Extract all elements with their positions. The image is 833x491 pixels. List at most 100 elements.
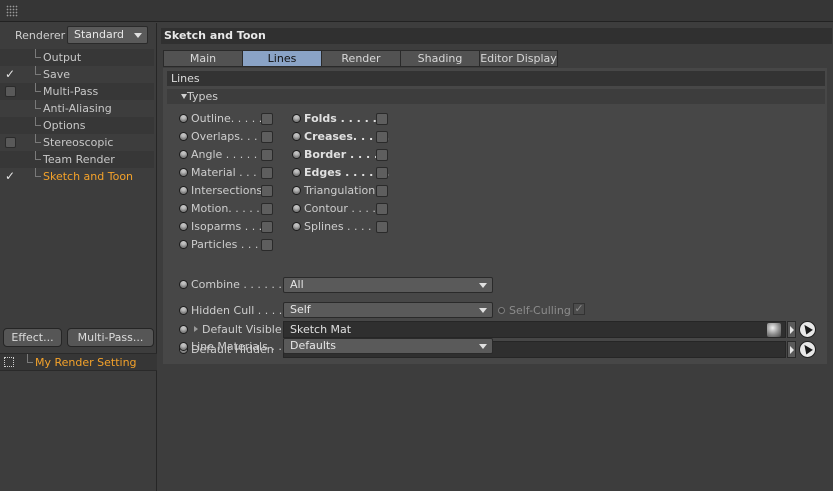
tab-main[interactable]: Main	[163, 50, 243, 67]
settings-list: Output ✓ Save Multi-Pass Anti-Aliasing Option…	[0, 49, 154, 185]
default-visible-link-arrow[interactable]	[787, 321, 796, 338]
edges-checkbox[interactable]	[376, 167, 388, 179]
chevron-down-icon	[479, 344, 487, 349]
chevron-down-icon	[134, 33, 142, 38]
render-setting-item[interactable]: My Render Setting	[0, 353, 157, 371]
pointer-icon	[801, 342, 813, 355]
creases-radio[interactable]	[292, 132, 301, 141]
arrow-right-icon	[790, 326, 794, 334]
checkbox[interactable]	[5, 86, 16, 97]
arrow-right-icon	[790, 346, 794, 354]
combine-dropdown[interactable]: All	[283, 277, 493, 293]
triangulation-label: Triangulation	[304, 184, 376, 197]
renderer-select[interactable]: Standard	[67, 26, 148, 44]
overlaps-checkbox[interactable]	[261, 131, 273, 143]
splines-label: Splines . . . . .	[304, 220, 379, 233]
grip-icon[interactable]	[6, 5, 18, 17]
line-materials-dropdown[interactable]: Defaults	[283, 338, 493, 354]
settings-item[interactable]: Team Render	[0, 151, 154, 168]
line-materials-label: Line Materials . .	[191, 340, 282, 353]
contour-radio[interactable]	[292, 204, 301, 213]
default-hidden-pick-button[interactable]	[799, 341, 816, 358]
tab-editor-display[interactable]: Editor Display	[479, 50, 558, 67]
render-setting-icon	[4, 357, 14, 367]
motion-radio[interactable]	[179, 204, 188, 213]
checkmark-icon[interactable]: ✓	[5, 68, 16, 80]
edges-radio[interactable]	[292, 168, 301, 177]
isoparms-checkbox[interactable]	[261, 221, 273, 233]
triangulation-checkbox[interactable]	[376, 185, 388, 197]
renderer-label: Renderer	[15, 29, 66, 42]
group-title: Types	[187, 90, 218, 103]
settings-item[interactable]: Options	[0, 117, 154, 134]
tree-line	[35, 66, 41, 75]
material-checkbox[interactable]	[261, 167, 273, 179]
settings-item-label: Stereoscopic	[43, 136, 114, 149]
self-culling-label: Self-Culling	[509, 304, 571, 317]
angle-radio[interactable]	[179, 150, 188, 159]
hidden-cull-dropdown[interactable]: Self	[283, 302, 493, 318]
settings-item[interactable]: Stereoscopic	[0, 134, 154, 151]
combine-value: All	[290, 278, 304, 291]
material-radio[interactable]	[179, 168, 188, 177]
section-header-lines: Lines	[167, 71, 825, 86]
overlaps-radio[interactable]	[179, 132, 188, 141]
outline-radio[interactable]	[179, 114, 188, 123]
tree-line	[27, 354, 33, 363]
border-checkbox[interactable]	[376, 149, 388, 161]
default-visible-radio[interactable]	[179, 325, 188, 334]
splines-checkbox[interactable]	[376, 221, 388, 233]
contour-checkbox[interactable]	[376, 203, 388, 215]
combine-radio[interactable]	[179, 280, 188, 289]
multi-pass-button[interactable]: Multi-Pass...	[67, 328, 154, 347]
settings-item[interactable]: Multi-Pass	[0, 83, 154, 100]
hidden-cull-radio[interactable]	[179, 306, 188, 315]
motion-label: Motion. . . . . .	[191, 202, 267, 215]
tab-render[interactable]: Render	[321, 50, 401, 67]
triangulation-radio[interactable]	[292, 186, 301, 195]
particles-checkbox[interactable]	[261, 239, 273, 251]
settings-item[interactable]: ✓ Sketch and Toon	[0, 168, 154, 185]
isoparms-radio[interactable]	[179, 222, 188, 231]
chevron-down-icon	[479, 283, 487, 288]
default-visible-pick-button[interactable]	[799, 321, 816, 338]
group-header-types[interactable]: Types	[167, 89, 825, 104]
settings-item-label: Save	[43, 68, 71, 81]
material-icon	[767, 323, 781, 337]
panel-title: Sketch and Toon	[161, 28, 832, 44]
intersections-radio[interactable]	[179, 186, 188, 195]
folds-radio[interactable]	[292, 114, 301, 123]
outline-checkbox[interactable]	[261, 113, 273, 125]
angle-checkbox[interactable]	[261, 149, 273, 161]
line-materials-radio[interactable]	[179, 342, 188, 351]
settings-item[interactable]: ✓ Save	[0, 66, 154, 83]
border-radio[interactable]	[292, 150, 301, 159]
particles-radio[interactable]	[179, 240, 188, 249]
render-settings-sidebar: Renderer Standard Output ✓ Save Multi-Pass A…	[0, 23, 157, 491]
checkbox[interactable]	[5, 137, 16, 148]
folds-checkbox[interactable]	[376, 113, 388, 125]
default-visible-field[interactable]: Sketch Mat	[283, 321, 786, 338]
default-visible-value: Sketch Mat	[290, 323, 352, 336]
self-culling-radio[interactable]	[498, 307, 505, 314]
settings-item-label: Anti-Aliasing	[43, 102, 112, 115]
motion-checkbox[interactable]	[261, 203, 273, 215]
self-culling-checkbox[interactable]: ✓	[573, 303, 585, 315]
settings-item[interactable]: Output	[0, 49, 154, 66]
creases-checkbox[interactable]	[376, 131, 388, 143]
chevron-down-icon	[479, 308, 487, 313]
renderer-row: Renderer Standard	[0, 25, 157, 45]
tab-lines[interactable]: Lines	[242, 50, 322, 67]
intersections-checkbox[interactable]	[261, 185, 273, 197]
combine-label: Combine . . . . . .	[191, 278, 282, 291]
settings-item[interactable]: Anti-Aliasing	[0, 100, 154, 117]
settings-item-label: Multi-Pass	[43, 85, 99, 98]
effect-button[interactable]: Effect...	[3, 328, 62, 347]
triangle-down-icon	[181, 94, 187, 99]
splines-radio[interactable]	[292, 222, 301, 231]
default-hidden-link-arrow[interactable]	[787, 341, 796, 358]
checkmark-icon[interactable]: ✓	[5, 170, 16, 182]
tab-shading[interactable]: Shading	[400, 50, 480, 67]
tree-line	[35, 134, 41, 143]
expand-icon[interactable]	[194, 326, 198, 332]
